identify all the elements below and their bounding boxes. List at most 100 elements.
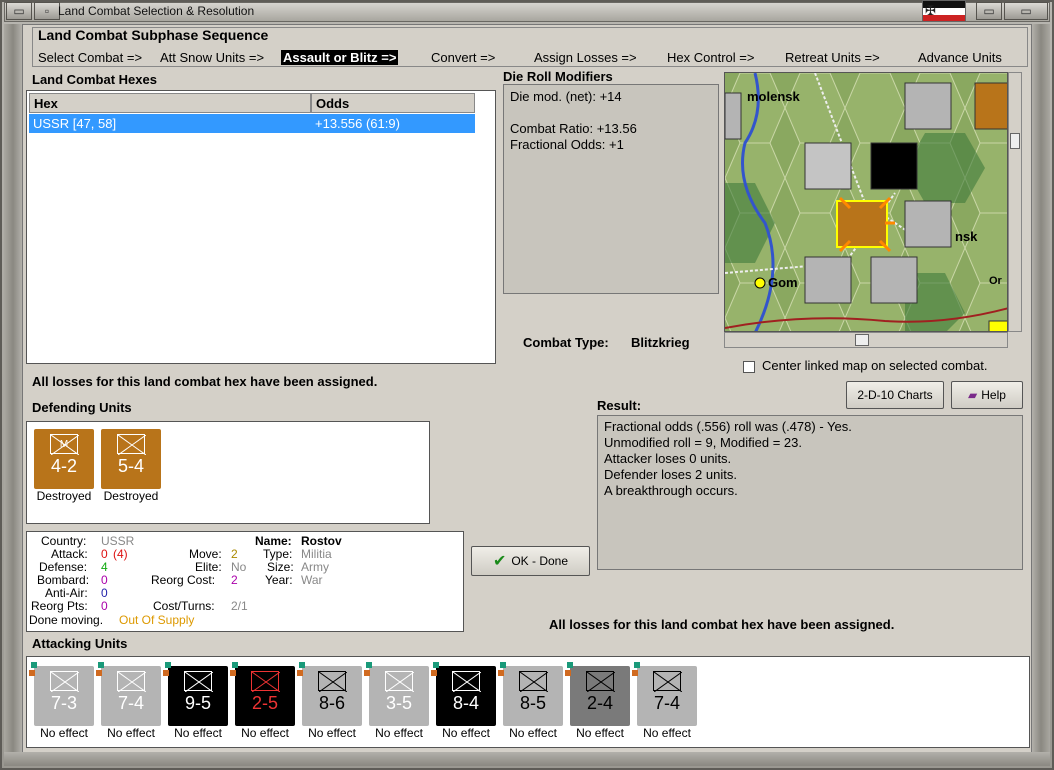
charts-button[interactable]: 2-D-10 Charts <box>846 381 944 409</box>
col-header-odds[interactable]: Odds <box>311 93 475 113</box>
unit-strength: 8-5 <box>519 693 546 713</box>
unit-counter-face: 8-4 <box>436 666 496 726</box>
status-dot <box>299 662 305 668</box>
status-dot <box>31 662 37 668</box>
odds-cell: +13.556 (61:9) <box>315 116 400 131</box>
hexes-grid[interactable]: Hex Odds USSR [47, 58] +13.556 (61:9) <box>26 90 496 364</box>
checkmark-icon: ✔ <box>492 553 507 570</box>
system-menu-button[interactable]: ▭ <box>6 2 32 20</box>
status-dot <box>96 670 102 676</box>
unit-counter[interactable]: 2-5 No effect <box>230 662 298 740</box>
defending-title: Defending Units <box>32 400 132 415</box>
status-dot <box>29 670 35 676</box>
ok-done-label: OK - Done <box>511 554 569 568</box>
scroll-thumb[interactable] <box>855 334 869 346</box>
window-title: Land Combat Selection & Resolution <box>58 4 255 18</box>
infantry-icon <box>519 671 548 692</box>
map-horizontal-scrollbar[interactable] <box>724 332 1008 348</box>
unit-counter[interactable]: 7-4 No effect <box>96 662 164 740</box>
unit-status: No effect <box>643 726 691 740</box>
status-dot <box>632 670 638 676</box>
unit-strength: 9-5 <box>184 693 211 713</box>
unit-counter[interactable]: 7-3 No effect <box>29 662 97 740</box>
unit-counter-face: 7-4 <box>101 666 161 726</box>
status-dot <box>567 662 573 668</box>
subphase-step: Select Combat => <box>38 50 143 65</box>
close-icon: ▭ <box>1020 4 1032 18</box>
unit-strength: 8-6 <box>318 693 345 713</box>
hex-cell: USSR [47, 58] <box>33 116 117 131</box>
center-map-label: Center linked map on selected combat. <box>762 358 988 373</box>
frame-left <box>4 24 22 764</box>
infantry-icon <box>117 671 146 692</box>
reorg-cost-value: 2 <box>231 573 238 587</box>
unit-counter[interactable]: 8-5 No effect <box>498 662 566 740</box>
restore-icon: ▫ <box>44 4 50 18</box>
year-value: War <box>301 573 323 587</box>
status-dot <box>297 670 303 676</box>
subphase-step: Convert => <box>431 50 496 65</box>
infantry-icon <box>251 671 280 692</box>
maximize-button[interactable]: ▭ <box>976 2 1002 20</box>
scroll-thumb[interactable] <box>1010 133 1020 149</box>
help-book-icon: ▰ <box>968 388 978 402</box>
result-line: Attacker loses 0 units. <box>604 451 732 466</box>
help-button[interactable]: ▰ Help <box>951 381 1023 409</box>
unit-status: No effect <box>174 726 222 740</box>
unit-counter[interactable]: 2-4 No effect <box>565 662 633 740</box>
infantry-icon <box>452 671 481 692</box>
map-label-city: Gom <box>768 275 798 290</box>
col-header-hex[interactable]: Hex <box>29 93 311 113</box>
result-panel: Fractional odds (.556) roll was (.478) -… <box>597 415 1023 570</box>
ok-done-button[interactable]: ✔ OK - Done <box>471 546 590 576</box>
frame-bottom <box>4 752 1050 766</box>
unit-counter-face: 7-4 <box>637 666 697 726</box>
table-row[interactable]: USSR [47, 58] +13.556 (61:9) <box>29 114 475 133</box>
restore-button[interactable]: ▫ <box>34 2 60 20</box>
unit-counter-face: 2-5 <box>235 666 295 726</box>
frame-right <box>1032 24 1050 764</box>
unit-status: Destroyed <box>103 489 159 503</box>
status-dot <box>165 662 171 668</box>
losses-message-left: All losses for this land combat hex have… <box>32 374 378 389</box>
unit-counter[interactable]: 8-6 No effect <box>297 662 365 740</box>
unit-status: No effect <box>375 726 423 740</box>
unit-counter[interactable]: 5-4 Destroyed <box>98 429 164 503</box>
subphase-step: Assault or Blitz => <box>281 50 399 65</box>
unit-counter[interactable]: 7-4 No effect <box>632 662 700 740</box>
infantry-icon <box>586 671 615 692</box>
status-dot <box>565 670 571 676</box>
status-dot <box>498 670 504 676</box>
unit-info-panel: Country: USSR Attack: 0 (4) Defense: 4 B… <box>26 531 464 632</box>
result-title: Result: <box>597 398 642 413</box>
unit-status: No effect <box>40 726 88 740</box>
hexes-title: Land Combat Hexes <box>32 72 157 87</box>
hex-map-svg <box>725 73 1007 331</box>
subphase-step: Assign Losses => <box>534 50 637 65</box>
done-moving-text: Done moving. <box>29 613 104 627</box>
linked-map[interactable]: molensk Gom nsk Or <box>724 72 1008 332</box>
supply-status: Out Of Supply <box>119 613 195 627</box>
help-label: Help <box>981 388 1006 402</box>
map-vertical-scrollbar[interactable] <box>1008 72 1022 332</box>
unit-counter[interactable]: 3-5 No effect <box>364 662 432 740</box>
unit-strength: 3-5 <box>385 693 412 713</box>
status-dot <box>364 670 370 676</box>
map-label-city: Or <box>989 275 1002 287</box>
close-button[interactable]: ▭ <box>1004 2 1048 20</box>
subphase-step: Att Snow Units => <box>160 50 265 65</box>
center-map-checkbox[interactable] <box>743 361 755 373</box>
infantry-icon: M <box>50 434 79 455</box>
result-line: A breakthrough occurs. <box>604 483 738 498</box>
status-dot <box>431 670 437 676</box>
unit-status: No effect <box>308 726 356 740</box>
subphase-step: Advance Units <box>918 50 1002 65</box>
unit-counter[interactable]: M 4-2 Destroyed <box>31 429 97 503</box>
die-mod-text: Die mod. (net): +14 <box>510 89 622 104</box>
unit-counter-face: 8-5 <box>503 666 563 726</box>
minimize-icon: ▭ <box>13 4 25 18</box>
status-dot <box>634 662 640 668</box>
unit-counter[interactable]: 8-4 No effect <box>431 662 499 740</box>
unit-counter[interactable]: 9-5 No effect <box>163 662 231 740</box>
infantry-icon <box>50 671 79 692</box>
